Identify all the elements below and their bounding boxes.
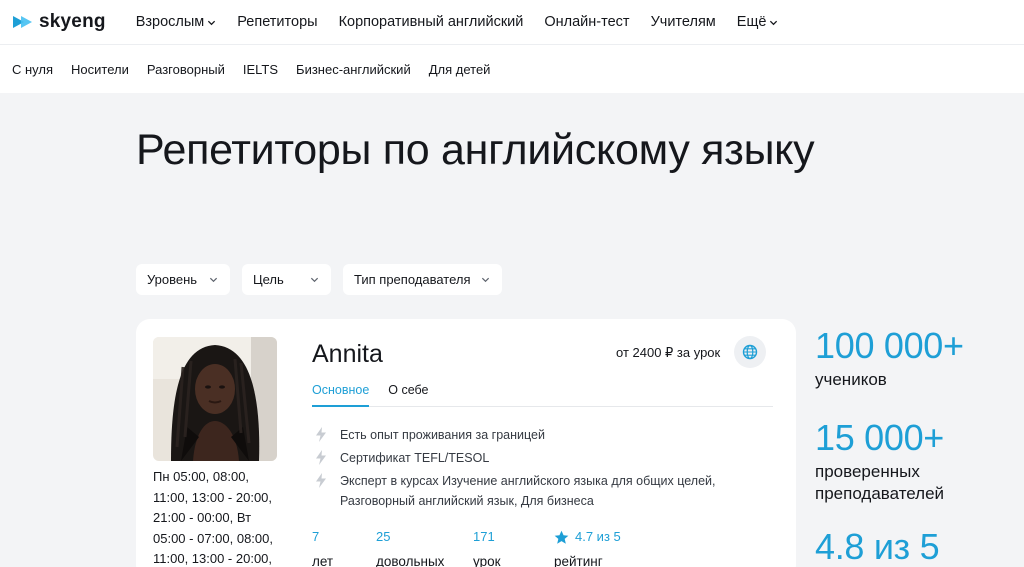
chevron-down-icon xyxy=(770,20,778,25)
feature-text: Сертификат TEFL/TESOL xyxy=(340,451,490,465)
stat-years: 7 лет xyxy=(312,527,333,567)
stat-value: 171 xyxy=(473,529,495,544)
subnav-item-ielts[interactable]: IELTS xyxy=(243,62,278,77)
tutor-price: от 2400 ₽ за урок xyxy=(616,345,721,360)
chevron-down-icon xyxy=(208,20,216,25)
stat-value: 4.7 из 5 xyxy=(575,529,621,544)
lightning-icon xyxy=(316,427,326,442)
chevron-down-icon xyxy=(209,277,218,283)
star-icon xyxy=(554,530,569,544)
stat-satisfied: 25 довольных xyxy=(376,527,444,567)
logo-text: skyeng xyxy=(39,11,106,32)
filter-level-dropdown[interactable]: Уровень xyxy=(136,264,230,295)
nav-item-label: Репетиторы xyxy=(237,14,318,30)
page-title: Репетиторы по английскому языку xyxy=(136,126,815,174)
stat-value: 7 xyxy=(312,529,320,544)
side-stat-label: учеников xyxy=(815,370,887,389)
feature-item: Есть опыт проживания за границей xyxy=(314,425,545,445)
subnav-item-business[interactable]: Бизнес-английский xyxy=(296,62,411,77)
nav-item-online-test[interactable]: Онлайн-тест xyxy=(544,14,629,30)
nav-item-label: Корпоративный английский xyxy=(338,14,524,30)
filter-label: Уровень xyxy=(147,272,198,287)
nav-item-teachers[interactable]: Учителям xyxy=(651,14,716,30)
stat-value-row: 4.7 из 5 xyxy=(554,527,621,547)
feature-item: Сертификат TEFL/TESOL xyxy=(314,448,489,468)
globe-button[interactable] xyxy=(734,336,766,368)
lightning-icon xyxy=(316,450,326,465)
filter-bar: Уровень Цель Тип преподавателя xyxy=(136,264,502,295)
course-subnav: С нуля Носители Разговорный IELTS Бизнес… xyxy=(0,44,1024,93)
nav-item-corporate[interactable]: Корпоративный английский xyxy=(339,14,524,30)
tutor-name[interactable]: Annita xyxy=(312,340,383,369)
side-stat-teachers: 15 000+ проверенных преподавателей xyxy=(815,418,1020,505)
nav-item-more[interactable]: Ещё xyxy=(737,14,779,30)
nav-item-label: Онлайн-тест xyxy=(544,14,630,30)
subnav-item-beginner[interactable]: С нуля xyxy=(12,62,53,77)
top-navigation-bar: skyeng Взрослым Репетиторы Корпоративный… xyxy=(0,0,1024,44)
tab-main[interactable]: Основное xyxy=(312,381,370,407)
nav-item-label: Учителям xyxy=(650,14,716,30)
main-nav: Взрослым Репетиторы Корпоративный англий… xyxy=(136,14,779,30)
nav-item-adults[interactable]: Взрослым xyxy=(136,14,217,30)
skyeng-logo[interactable]: skyeng xyxy=(12,11,106,33)
subnav-item-kids[interactable]: Для детей xyxy=(429,62,491,77)
tutor-tabs: Основное О себе xyxy=(312,381,773,407)
filter-label: Цель xyxy=(253,272,284,287)
side-stat-value: 15 000+ xyxy=(815,417,945,458)
side-stat-rating: 4.8 из 5 xyxy=(815,527,1020,567)
globe-icon xyxy=(742,344,758,360)
tutor-photo-image xyxy=(153,337,277,461)
side-stat-label: проверенных преподавателей xyxy=(815,462,945,503)
side-stat-value: 4.8 из 5 xyxy=(815,526,940,567)
stat-lessons: 171 урок xyxy=(473,527,501,567)
stat-label: лет xyxy=(312,554,334,567)
subnav-item-conversational[interactable]: Разговорный xyxy=(147,62,225,77)
stat-label: довольных xyxy=(376,554,445,567)
filter-teacher-type-dropdown[interactable]: Тип преподавателя xyxy=(343,264,502,295)
lightning-icon xyxy=(316,473,326,488)
subnav-item-native[interactable]: Носители xyxy=(71,62,129,77)
skyeng-logo-icon xyxy=(13,16,32,28)
side-stat-value: 100 000+ xyxy=(815,325,964,366)
chevron-down-icon xyxy=(310,277,319,283)
nav-item-label: Взрослым xyxy=(135,14,205,30)
side-stat-students: 100 000+ учеников xyxy=(815,326,1020,391)
nav-item-tutors[interactable]: Репетиторы xyxy=(237,14,317,30)
feature-text: Эксперт в курсах Изучение английского яз… xyxy=(340,474,716,508)
chevron-down-icon xyxy=(481,277,490,283)
filter-goal-dropdown[interactable]: Цель xyxy=(242,264,331,295)
stat-value: 25 xyxy=(376,529,391,544)
nav-item-label: Ещё xyxy=(736,14,767,30)
stat-label: урок xyxy=(473,554,501,567)
tutor-schedule: Пн 05:00, 08:00, 11:00, 13:00 - 20:00, 2… xyxy=(153,469,273,566)
filter-label: Тип преподавателя xyxy=(354,272,471,287)
stat-label: рейтинг xyxy=(554,554,603,567)
tutor-card[interactable]: Пн 05:00, 08:00, 11:00, 13:00 - 20:00, 2… xyxy=(136,319,796,567)
feature-text: Есть опыт проживания за границей xyxy=(340,428,545,442)
tab-about[interactable]: О себе xyxy=(388,381,428,407)
feature-item: Эксперт в курсах Изучение английского яз… xyxy=(314,471,734,511)
stat-rating: 4.7 из 5 рейтинг xyxy=(554,527,621,567)
tutor-photo[interactable] xyxy=(153,337,277,461)
